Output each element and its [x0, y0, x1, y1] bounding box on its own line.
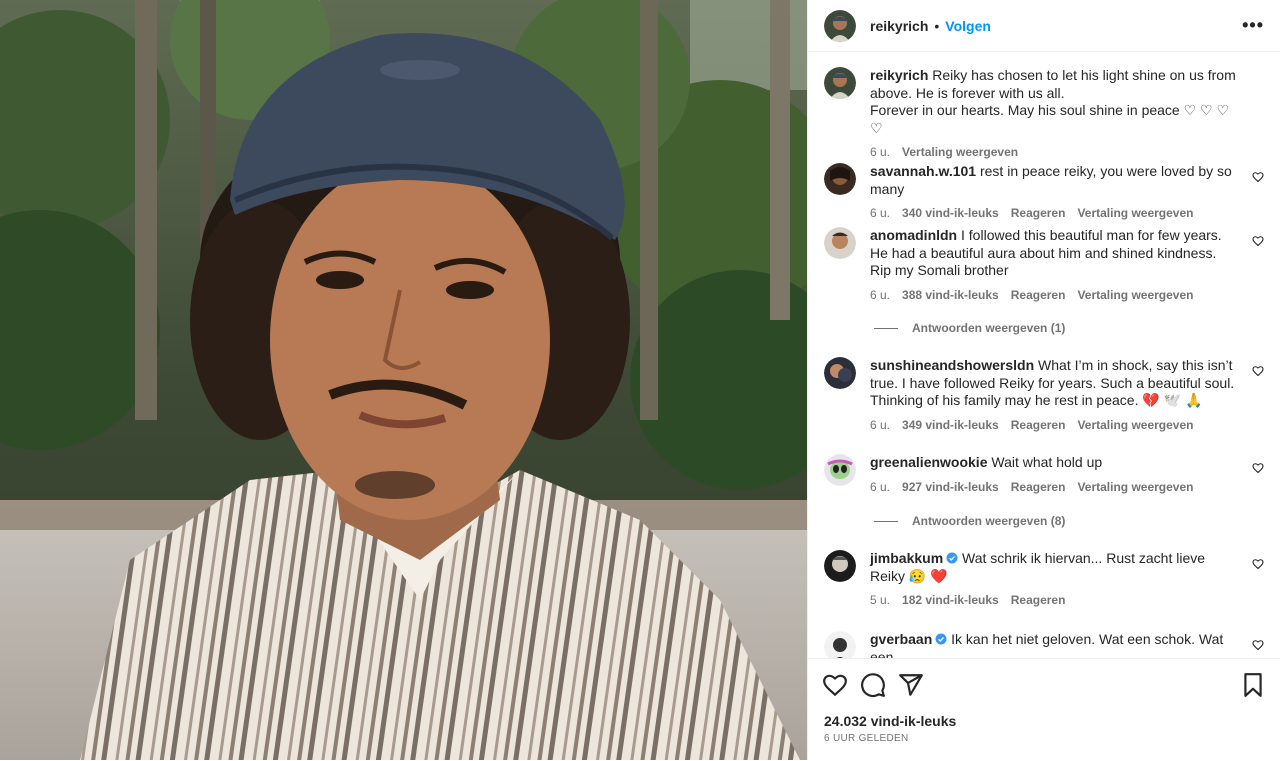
translate-link[interactable]: Vertaling weergeven — [1077, 287, 1193, 305]
bookmark-icon[interactable] — [1240, 672, 1266, 698]
caption-avatar[interactable] — [824, 67, 856, 99]
translate-link[interactable]: Vertaling weergeven — [1077, 205, 1193, 223]
commenter-avatar[interactable] — [824, 454, 856, 486]
like-comment-heart-icon[interactable] — [1252, 639, 1264, 651]
comment-likes[interactable]: 340 vind-ik-leuks — [902, 205, 999, 223]
comment-username[interactable]: gverbaan — [870, 631, 932, 647]
comment-username[interactable]: anomadinldn — [870, 227, 957, 243]
commenter-avatar[interactable] — [824, 227, 856, 259]
author-avatar[interactable] — [824, 9, 856, 42]
commenter-avatar[interactable] — [824, 550, 856, 582]
reply-link[interactable]: Reageren — [1011, 287, 1066, 305]
caption: reikyrich Reiky has chosen to let his li… — [824, 67, 1264, 162]
comment-text: Wait what hold up — [991, 454, 1103, 470]
comment-time: 6 u. — [870, 287, 891, 302]
comment-item: anomadinldn I followed this beautiful ma… — [824, 227, 1264, 304]
verified-badge-icon — [935, 633, 947, 645]
caption-text-line2: Forever in our hearts. May his soul shin… — [870, 102, 1230, 136]
verified-badge-icon — [946, 552, 958, 564]
like-comment-heart-icon[interactable] — [1252, 365, 1264, 377]
like-count[interactable]: 24.032 vind-ik-leuks — [808, 699, 1280, 729]
post-header: reikyrich • Volgen ••• — [808, 0, 1280, 52]
comment-item: jimbakkum Wat schrik ik hiervan... Rust … — [824, 550, 1264, 610]
post-timestamp: 6 UUR GELEDEN — [824, 733, 909, 744]
commenter-avatar[interactable] — [824, 357, 856, 389]
view-replies-button[interactable]: Antwoorden weergeven (8) — [874, 514, 1065, 528]
comment-username[interactable]: greenalienwookie — [870, 454, 987, 470]
commenter-avatar[interactable] — [824, 631, 856, 658]
translate-link[interactable]: Vertaling weergeven — [1077, 479, 1193, 497]
share-send-icon[interactable] — [898, 672, 924, 698]
separator-dot: • — [934, 17, 940, 34]
portrait-image — [0, 0, 807, 760]
view-replies-label[interactable]: Antwoorden weergeven (8) — [912, 514, 1065, 528]
comment-likes[interactable]: 927 vind-ik-leuks — [902, 479, 999, 497]
comment-username[interactable]: jimbakkum — [870, 550, 943, 566]
reply-link[interactable]: Reageren — [1011, 417, 1066, 435]
comment-likes[interactable]: 388 vind-ik-leuks — [902, 287, 999, 305]
comment-item: savannah.w.101 rest in peace reiky, you … — [824, 163, 1264, 223]
author-username[interactable]: reikyrich — [870, 18, 928, 34]
commenter-avatar[interactable] — [824, 163, 856, 195]
comment-username[interactable]: sunshineandshowersldn — [870, 357, 1034, 373]
translate-link[interactable]: Vertaling weergeven — [902, 144, 1018, 162]
like-comment-heart-icon[interactable] — [1252, 462, 1264, 474]
view-replies-button[interactable]: Antwoorden weergeven (1) — [874, 321, 1065, 335]
like-heart-icon[interactable] — [822, 672, 848, 698]
comment-username[interactable]: savannah.w.101 — [870, 163, 976, 179]
like-comment-heart-icon[interactable] — [1252, 171, 1264, 183]
replies-divider — [874, 327, 898, 329]
more-options-icon[interactable]: ••• — [1242, 15, 1264, 36]
replies-divider — [874, 520, 898, 522]
comment-item: sunshineandshowersldn What I’m in shock,… — [824, 357, 1264, 434]
view-replies-label[interactable]: Antwoorden weergeven (1) — [912, 321, 1065, 335]
comment-time: 5 u. — [870, 593, 891, 607]
reply-link[interactable]: Reageren — [1011, 479, 1066, 497]
comment-item: greenalienwookie Wait what hold up 6 u. … — [824, 454, 1264, 496]
comments-list[interactable]: reikyrich Reiky has chosen to let his li… — [808, 53, 1280, 658]
comment-bubble-icon[interactable] — [860, 672, 886, 698]
post-sidebar: reikyrich • Volgen ••• reikyrich Reiky h… — [807, 0, 1280, 760]
comment-time: 6 u. — [870, 417, 891, 432]
like-comment-heart-icon[interactable] — [1252, 235, 1264, 247]
caption-username[interactable]: reikyrich — [870, 67, 928, 83]
like-comment-heart-icon[interactable] — [1252, 558, 1264, 570]
post-photo[interactable] — [0, 0, 807, 760]
comment-time: 6 u. — [870, 479, 891, 494]
comment-likes[interactable]: 182 vind-ik-leuks — [902, 592, 999, 610]
comment-likes[interactable]: 349 vind-ik-leuks — [902, 417, 999, 435]
reply-link[interactable]: Reageren — [1011, 592, 1066, 610]
follow-button[interactable]: Volgen — [945, 18, 991, 34]
caption-time: 6 u. — [870, 145, 891, 159]
comment-item: gverbaan Ik kan het niet geloven. Wat ee… — [824, 631, 1264, 658]
post-actions: 24.032 vind-ik-leuks 6 UUR GELEDEN — [808, 658, 1280, 761]
comment-time: 6 u. — [870, 206, 891, 220]
translate-link[interactable]: Vertaling weergeven — [1077, 417, 1193, 435]
reply-link[interactable]: Reageren — [1011, 205, 1066, 223]
